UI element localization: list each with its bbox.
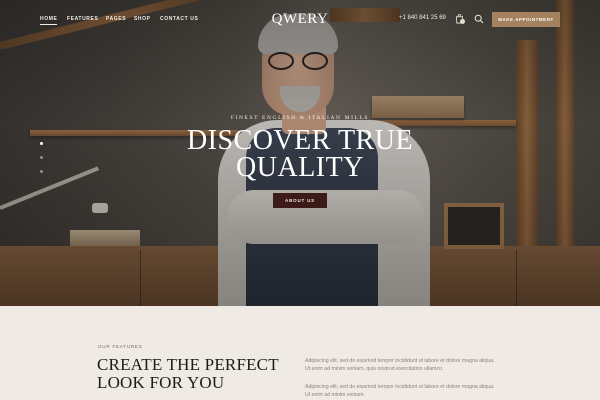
paragraph-1-line-2: Ut enim ad minim veniam, quis nostrud ex… [305,366,444,372]
paragraph-1-line-1: Adipiscing elit, sed do eiusmod tempor i… [305,358,495,364]
make-appointment-button[interactable]: Make appointment [492,12,560,27]
hero-title: Discover True Quality [0,125,600,183]
features-section: Our features Create the perfect look for… [0,306,600,400]
features-paragraph-1: Adipiscing elit, sed do eiusmod tempor i… [305,357,505,373]
features-eyebrow: Our features [98,344,143,349]
hero-subtitle: Finest English & Italian Mills [230,115,370,121]
paragraph-2-line-1: Adipiscing elit, sed do eiusmod tempor i… [305,384,495,390]
hero-title-line-2: Quality [236,152,364,183]
features-title-line-2: look for you [97,373,225,392]
phone-number[interactable]: +1 840 841 25 69 [399,15,446,21]
top-navigation: Home Features Pages Shop Contact us QWER… [0,0,600,40]
features-title: Create the perfect look for you [97,356,279,392]
search-icon[interactable] [474,14,484,24]
about-us-button[interactable]: About us [273,193,327,208]
paragraph-2-line-2: Ut enim ad minim veniam. [305,392,365,398]
features-paragraph-2: Adipiscing elit, sed do eiusmod tempor i… [305,383,505,399]
cart-count-badge [460,19,465,24]
hero-title-line-1: Discover True [186,125,414,156]
features-title-line-1: Create the perfect [97,355,279,374]
